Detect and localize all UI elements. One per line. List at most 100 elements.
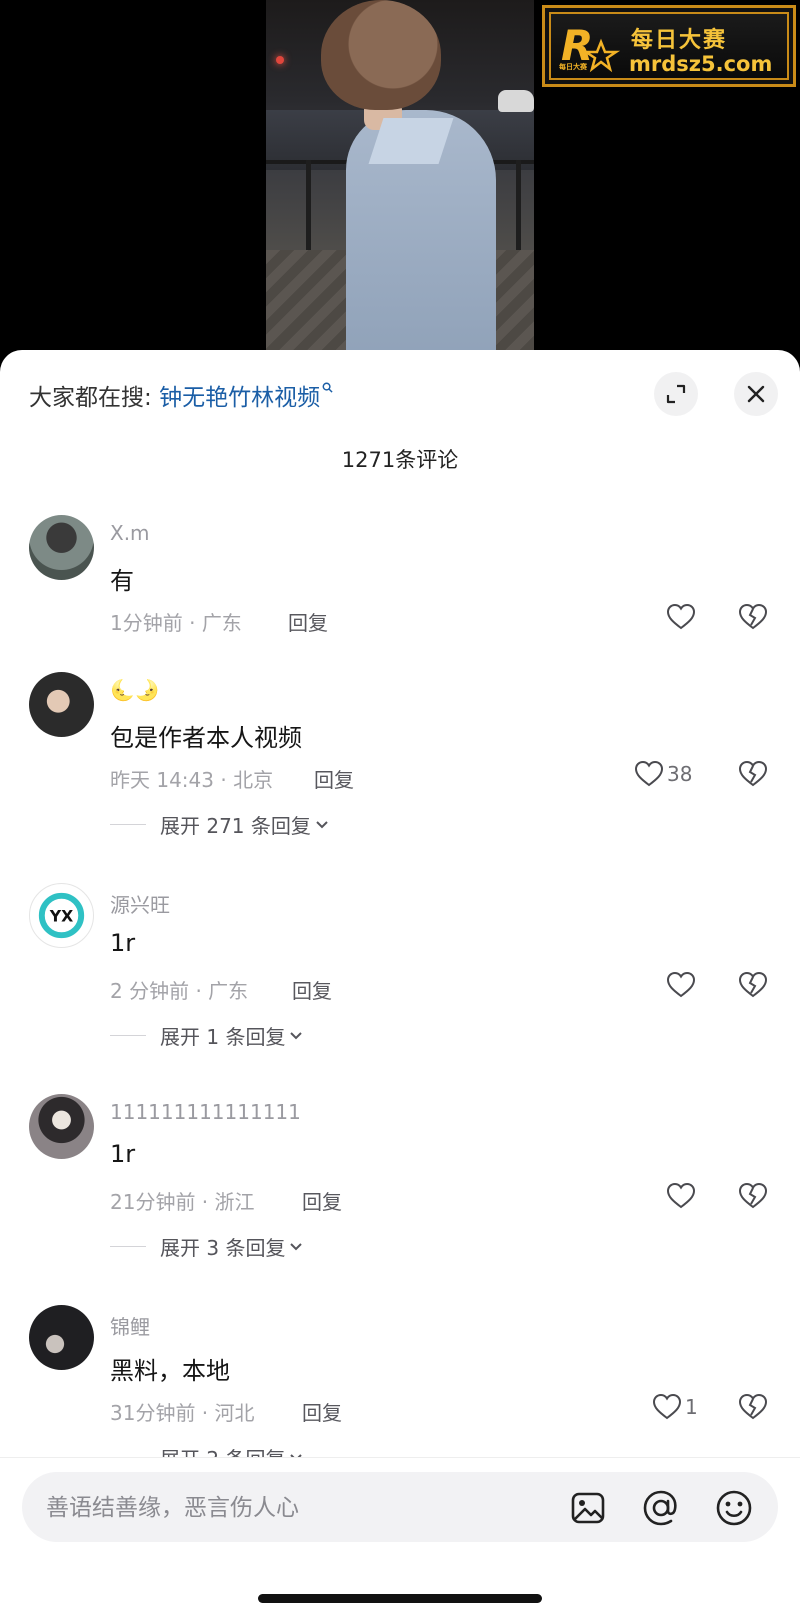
avatar[interactable] xyxy=(29,1305,94,1370)
watermark-inner: R 每日大赛 每日大赛 mrdsz5.com xyxy=(549,12,789,80)
mention-button[interactable] xyxy=(641,1488,681,1528)
comment-count-title: 1271条评论 xyxy=(341,448,459,472)
dislike-button[interactable] xyxy=(738,760,768,792)
like-button[interactable]: 1 xyxy=(652,1393,698,1421)
heart-icon xyxy=(652,1393,682,1420)
expand-divider xyxy=(110,1035,146,1036)
close-button[interactable] xyxy=(734,372,778,416)
comment-location: 河北 xyxy=(214,1401,255,1425)
like-count: 38 xyxy=(667,762,693,786)
comment-text: 黑料，本地 xyxy=(110,1357,230,1385)
svg-text:YX: YX xyxy=(49,906,74,925)
comment-time: 昨天 14:43 xyxy=(110,768,214,792)
watermark-url: mrdsz5.com xyxy=(629,52,773,76)
comment-username[interactable]: 源兴旺 xyxy=(110,889,170,918)
expand-replies-button[interactable]: 展开 1 条回复 xyxy=(110,1021,303,1050)
comment-meta: 1分钟前 · 广东 xyxy=(110,611,242,635)
video-railing-post xyxy=(516,160,521,250)
at-icon xyxy=(643,1490,677,1526)
expand-divider xyxy=(110,824,146,825)
heart-icon xyxy=(634,760,664,787)
expand-icon xyxy=(666,384,686,404)
comment-username[interactable]: 锦鲤 xyxy=(110,1311,150,1340)
expand-replies-label: 展开 3 条回复 xyxy=(160,1236,286,1260)
comment-time: 21分钟前 xyxy=(110,1190,196,1214)
comment-meta: 21分钟前 · 浙江 xyxy=(110,1190,255,1214)
search-suggestion-prefix: 大家都在搜: xyxy=(29,385,152,411)
reply-button[interactable]: 回复 xyxy=(302,1186,342,1215)
watermark-banner: R 每日大赛 每日大赛 mrdsz5.com xyxy=(542,5,796,87)
broken-heart-icon xyxy=(738,760,768,787)
dislike-button[interactable] xyxy=(738,1182,768,1214)
broken-heart-icon xyxy=(738,603,768,630)
emoji-icon xyxy=(716,1490,752,1526)
expand-replies-label: 展开 271 条回复 xyxy=(160,814,311,838)
comment-username[interactable]: 🌜🌛 xyxy=(110,678,160,702)
heart-icon xyxy=(666,971,696,998)
search-suggestion[interactable]: 大家都在搜: 钟无艳竹林视频 xyxy=(29,378,333,412)
like-count: 1 xyxy=(685,1395,698,1419)
like-button[interactable] xyxy=(666,603,696,631)
like-button[interactable]: 38 xyxy=(634,760,692,788)
dislike-button[interactable] xyxy=(738,971,768,1003)
avatar[interactable] xyxy=(29,1094,94,1159)
comment-meta: 昨天 14:43 · 北京 xyxy=(110,768,274,792)
home-indicator[interactable] xyxy=(258,1594,542,1603)
comment-text: 1r xyxy=(110,1140,136,1168)
reply-button[interactable]: 回复 xyxy=(302,1397,342,1426)
video-traffic-light xyxy=(276,56,284,64)
comment-location: 广东 xyxy=(201,611,242,635)
video-frame[interactable] xyxy=(266,0,534,360)
broken-heart-icon xyxy=(738,1182,768,1209)
watermark-logo-caption: 每日大赛 xyxy=(559,63,587,71)
dislike-button[interactable] xyxy=(738,603,768,635)
heart-icon xyxy=(666,1182,696,1209)
comment-text: 有 xyxy=(110,567,134,595)
comment-username[interactable]: 111111111111111 xyxy=(110,1100,301,1124)
close-icon xyxy=(747,385,765,403)
reply-button[interactable]: 回复 xyxy=(292,975,332,1004)
comment-meta: 2 分钟前 · 广东 xyxy=(110,979,249,1003)
comment-input[interactable] xyxy=(44,1472,548,1544)
avatar[interactable]: YX xyxy=(29,883,94,948)
chevron-down-icon xyxy=(290,1242,303,1250)
expand-replies-label: 展开 1 条回复 xyxy=(160,1025,286,1049)
expand-button[interactable] xyxy=(654,372,698,416)
video-car xyxy=(498,90,534,112)
expand-replies-button[interactable]: 展开 3 条回复 xyxy=(110,1232,303,1261)
video-railing-post xyxy=(306,160,311,250)
like-button[interactable] xyxy=(666,1182,696,1210)
avatar[interactable] xyxy=(29,515,94,580)
search-icon xyxy=(322,382,333,393)
comment-location: 浙江 xyxy=(214,1190,255,1214)
comment-text: 包是作者本人视频 xyxy=(110,724,302,752)
heart-icon xyxy=(666,603,696,630)
brand-logo-icon: YX xyxy=(38,892,85,939)
reply-button[interactable]: 回复 xyxy=(288,607,328,636)
expand-replies-button[interactable]: 展开 271 条回复 xyxy=(110,810,329,839)
comment-location: 广东 xyxy=(208,979,249,1003)
avatar[interactable] xyxy=(29,672,94,737)
search-suggestion-term[interactable]: 钟无艳竹林视频 xyxy=(159,385,320,411)
dislike-button[interactable] xyxy=(738,1393,768,1425)
image-button[interactable] xyxy=(568,1488,608,1528)
comment-time: 31分钟前 xyxy=(110,1401,196,1425)
reply-button[interactable]: 回复 xyxy=(314,764,354,793)
comment-panel: 大家都在搜: 钟无艳竹林视频 1271条评论 X.m 有 1分钟前 · 广东 回… xyxy=(0,350,800,1603)
video-player[interactable]: R 每日大赛 每日大赛 mrdsz5.com xyxy=(0,0,800,360)
emoji-button[interactable] xyxy=(714,1488,754,1528)
comment-username[interactable]: X.m xyxy=(110,521,150,545)
video-person-head xyxy=(321,0,441,110)
expand-divider xyxy=(110,1246,146,1247)
video-person-collar xyxy=(368,118,454,164)
comment-location: 北京 xyxy=(233,768,274,792)
comment-input-bar xyxy=(0,1458,800,1603)
comment-meta: 31分钟前 · 河北 xyxy=(110,1401,255,1425)
watermark-title: 每日大赛 xyxy=(631,28,728,53)
comment-input-container[interactable] xyxy=(22,1472,778,1544)
image-icon xyxy=(571,1492,605,1524)
chevron-down-icon xyxy=(316,820,328,828)
chevron-down-icon xyxy=(290,1031,303,1039)
comment-text: 1r xyxy=(110,929,136,957)
like-button[interactable] xyxy=(666,971,696,999)
